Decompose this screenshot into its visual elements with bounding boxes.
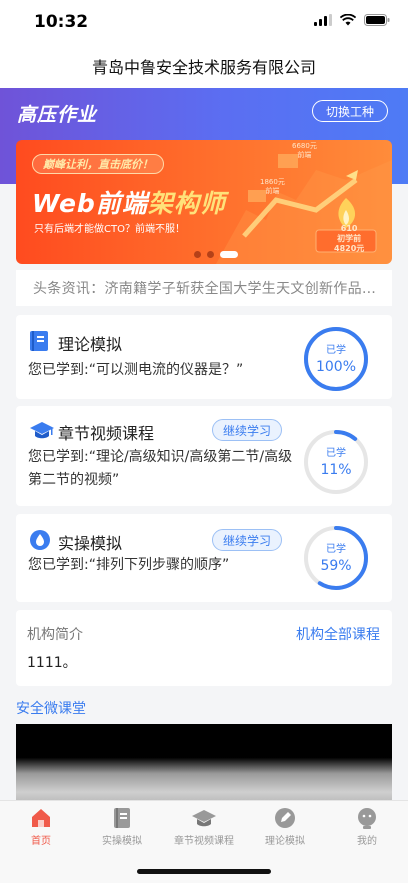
video-thumbnail[interactable] bbox=[16, 724, 392, 804]
organization-card: 机构简介 机构全部课程 1111。 bbox=[16, 610, 392, 686]
promo-banner[interactable]: 巅峰让利，直击底价！ Web前端架构师 只有后端才能做CTO？前端不服！ 668… bbox=[16, 140, 392, 264]
course-title: 实操模拟 bbox=[58, 534, 123, 553]
organization-description: 1111。 bbox=[27, 655, 77, 671]
tab-label: 首页 bbox=[31, 836, 51, 847]
signal-icon bbox=[314, 14, 332, 26]
all-courses-link[interactable]: 机构全部课程 bbox=[296, 624, 380, 644]
course-title: 理论模拟 bbox=[58, 335, 123, 354]
progress-label: 已学 bbox=[326, 446, 346, 459]
document-icon bbox=[114, 808, 130, 828]
home-icon bbox=[32, 809, 50, 827]
banner-subtitle: 只有后端才能做CTO？前端不服！ bbox=[34, 224, 185, 235]
tab-label: 章节视频课程 bbox=[174, 836, 234, 847]
tab-video-course[interactable]: 章节视频课程 bbox=[164, 807, 244, 847]
carousel-dot[interactable] bbox=[194, 251, 201, 258]
wifi-icon bbox=[340, 14, 356, 26]
progress-label: 已学 bbox=[326, 542, 346, 555]
section-title-micro-class[interactable]: 安全微课堂 bbox=[16, 698, 86, 718]
tab-mine[interactable]: 我的 bbox=[327, 807, 407, 847]
organization-title: 机构简介 bbox=[27, 627, 83, 643]
banner-price-tag: 610 初学前 4820元 bbox=[334, 224, 365, 253]
job-type-title: 高压作业 bbox=[17, 104, 98, 126]
status-time: 10:32 bbox=[34, 12, 89, 32]
course-card-video[interactable]: 章节视频课程 继续学习 您已学到:“理论/高级知识/高级第二节/高级第二节的视频… bbox=[16, 406, 392, 506]
tab-home[interactable]: 首页 bbox=[1, 807, 81, 847]
continue-learning-button[interactable]: 继续学习 bbox=[212, 419, 282, 441]
switch-job-type-button[interactable]: 切换工种 bbox=[312, 100, 388, 122]
pen-icon bbox=[275, 808, 295, 828]
tab-practice[interactable]: 实操模拟 bbox=[82, 807, 162, 847]
page-title: 青岛中鲁安全技术服务有限公司 bbox=[91, 58, 316, 77]
course-title: 章节视频课程 bbox=[58, 424, 155, 443]
tab-label: 理论模拟 bbox=[265, 836, 305, 847]
status-icons bbox=[314, 14, 390, 26]
banner-price-tag: 6680元 前端 bbox=[292, 142, 317, 159]
status-bar: 10:32 bbox=[0, 0, 408, 44]
progress-value: 59% bbox=[320, 558, 351, 574]
news-ticker[interactable]: 头条资讯：济南籍学子斩获全国大学生天文创新作品竞赛一等奖 bbox=[16, 270, 392, 306]
banner-price-tag: 1860元 前端 bbox=[260, 178, 285, 195]
progress-ring: 已学 100% bbox=[304, 327, 368, 391]
tab-label: 我的 bbox=[357, 836, 377, 847]
graduation-cap-icon bbox=[30, 422, 54, 439]
banner-headline-architect: 架构师 bbox=[147, 189, 226, 218]
news-text: 头条资讯：济南籍学子斩获全国大学生天文创新作品竞赛一等奖 bbox=[33, 281, 379, 297]
battery-icon bbox=[364, 14, 390, 26]
graduation-cap-icon bbox=[192, 810, 216, 827]
banner-headline-web: Web前端 bbox=[32, 189, 148, 218]
progress-ring: 已学 59% bbox=[304, 526, 368, 590]
progress-value: 11% bbox=[320, 462, 351, 478]
course-card-theory[interactable]: 理论模拟 您已学到:“可以测电流的仪器是？” 已学 100% bbox=[16, 315, 392, 399]
progress-ring: 已学 11% bbox=[304, 430, 368, 494]
banner-slogan: 巅峰让利，直击底价！ bbox=[32, 154, 164, 174]
course-card-practice[interactable]: 实操模拟 继续学习 您已学到:“排列下列步骤的顺序” 已学 59% bbox=[16, 514, 392, 602]
course-progress-text: 您已学到:“排列下列步骤的顺序” bbox=[28, 557, 230, 573]
user-face-icon bbox=[358, 808, 376, 829]
course-progress-text: 您已学到:“可以测电流的仪器是？” bbox=[28, 362, 244, 378]
water-drop-icon bbox=[30, 530, 50, 550]
course-progress-text: 您已学到:“理论/高级知识/高级第二节/高级第二节的视频” bbox=[28, 449, 293, 488]
tab-label: 实操模拟 bbox=[102, 836, 142, 847]
tab-theory[interactable]: 理论模拟 bbox=[245, 807, 325, 847]
carousel-dots bbox=[194, 251, 238, 258]
document-icon bbox=[30, 331, 48, 351]
carousel-dot[interactable] bbox=[207, 251, 214, 258]
home-indicator bbox=[137, 869, 271, 874]
carousel-dot[interactable] bbox=[220, 251, 238, 258]
progress-label: 已学 bbox=[326, 343, 346, 356]
progress-value: 100% bbox=[316, 359, 356, 375]
banner-headline: Web前端架构师 bbox=[32, 184, 226, 220]
continue-learning-button[interactable]: 继续学习 bbox=[212, 529, 282, 551]
navigation-bar: 青岛中鲁安全技术服务有限公司 bbox=[0, 44, 408, 88]
